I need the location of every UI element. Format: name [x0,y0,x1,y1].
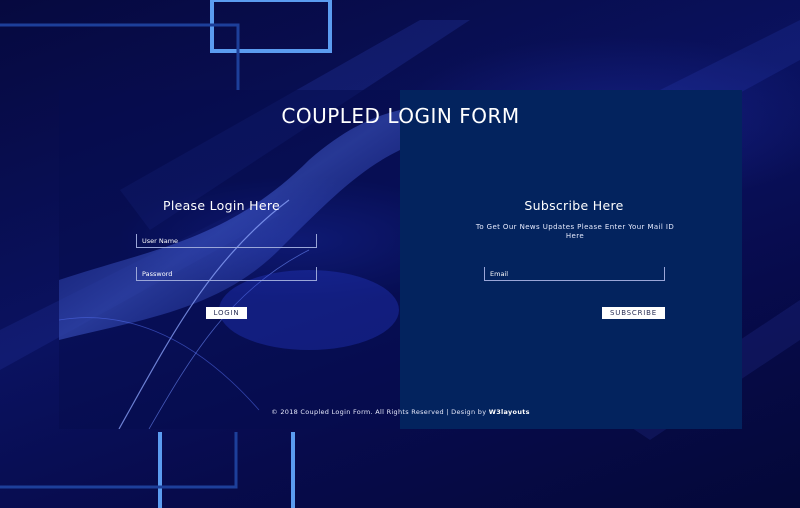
page-background: COUPLED LOGIN FORM Please Login Here Use… [0,0,800,508]
login-heading: Please Login Here [163,198,280,213]
footer-copyright: © 2018 Coupled Login Form. All Rights Re… [271,408,489,416]
password-field[interactable]: Password [136,267,317,281]
subscribe-section: Subscribe Here To Get Our News Updates P… [400,90,742,429]
designer-link[interactable]: W3layouts [489,408,530,416]
form-panel: COUPLED LOGIN FORM Please Login Here Use… [59,90,742,429]
username-field[interactable]: User Name [136,234,317,248]
subscribe-button[interactable]: SUBSCRIBE [602,307,665,319]
page-title: COUPLED LOGIN FORM [281,104,520,128]
subscribe-heading: Subscribe Here [524,198,624,213]
email-field[interactable]: Email [484,267,665,281]
login-button[interactable]: LOGIN [206,307,247,319]
login-section: Please Login Here User Name Password LOG… [59,90,400,429]
subscribe-note: To Get Our News Updates Please Enter You… [475,223,675,240]
footer: © 2018 Coupled Login Form. All Rights Re… [59,408,742,416]
